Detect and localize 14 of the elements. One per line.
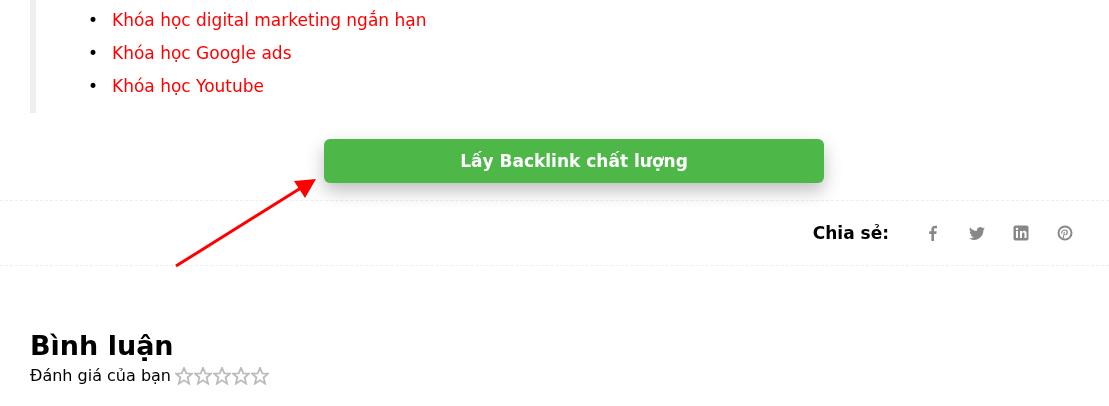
linkedin-icon[interactable] <box>1013 225 1029 241</box>
rating-label: Đánh giá của bạn <box>30 366 171 385</box>
twitter-icon[interactable] <box>969 225 985 241</box>
comments-heading: Bình luận <box>30 329 175 363</box>
bullet: • <box>88 75 100 98</box>
bullet: • <box>88 42 100 65</box>
pinterest-icon[interactable] <box>1057 225 1073 241</box>
course-link[interactable]: Khóa học Youtube <box>112 76 265 96</box>
backlink-button[interactable]: Lấy Backlink chất lượng <box>324 139 824 183</box>
course-link[interactable]: Khóa học digital marketing ngắn hạn <box>112 10 427 30</box>
bullet: • <box>88 9 100 32</box>
course-link[interactable]: Khóa học Google ads <box>112 43 292 63</box>
share-label: Chia sẻ: <box>812 223 889 243</box>
star-rating[interactable] <box>175 366 269 385</box>
